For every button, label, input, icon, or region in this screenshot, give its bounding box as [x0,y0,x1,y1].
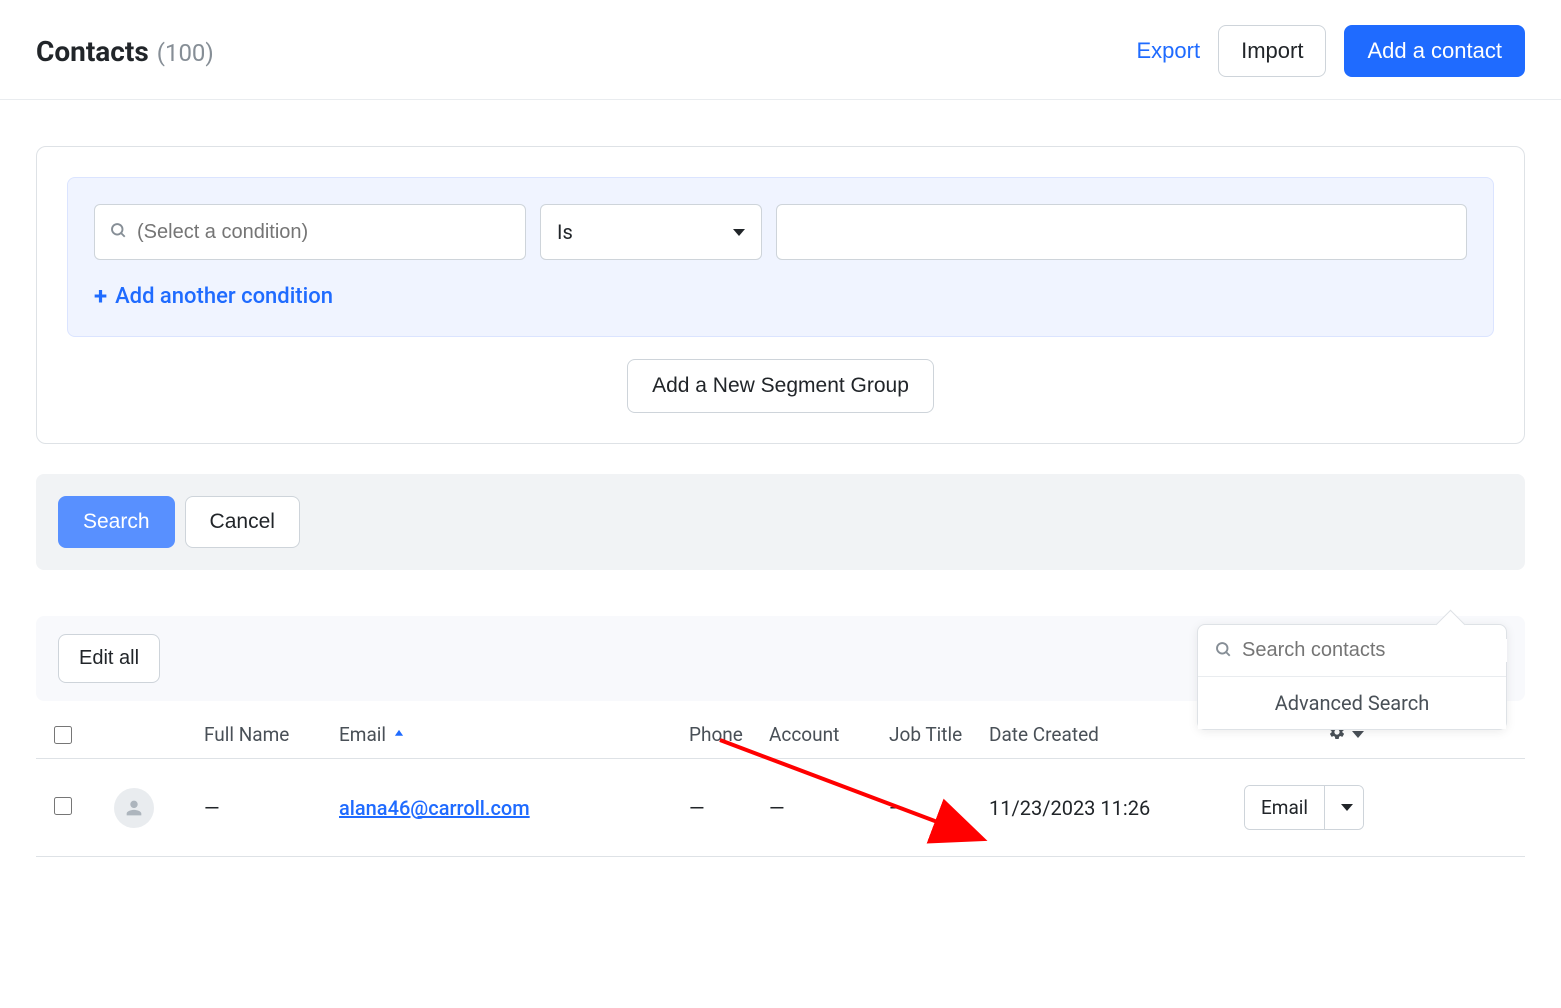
avatar [114,788,154,828]
condition-field-input[interactable] [137,221,511,244]
caret-down-icon[interactable] [1352,731,1364,738]
table-row: — alana46@carroll.com — — — 11/23/2023 1… [36,759,1525,857]
add-contact-button[interactable]: Add a contact [1344,25,1525,77]
cell-email[interactable]: alana46@carroll.com [339,796,530,820]
caret-down-icon [733,229,745,236]
condition-operator-select[interactable]: Is [540,204,762,260]
segment-panel: Is + Add another condition Add a New Seg… [36,146,1525,444]
cell-full-name: — [204,796,339,820]
col-phone[interactable]: Phone [689,723,769,746]
search-popover: Advanced Search [1197,624,1507,730]
search-icon [1214,640,1232,662]
condition-value-input[interactable] [776,204,1467,260]
search-contacts-input[interactable] [1242,639,1507,662]
col-account[interactable]: Account [769,723,889,746]
page-header: Contacts (100) Export Import Add a conta… [0,0,1561,100]
import-button[interactable]: Import [1218,25,1326,77]
cell-job-title: — [889,796,989,820]
col-email-label: Email [339,723,386,746]
row-action-split-button: Email [1244,785,1364,830]
select-all-checkbox[interactable] [54,726,72,744]
edit-all-button[interactable]: Edit all [58,634,160,683]
search-button[interactable]: Search [58,496,175,548]
row-checkbox[interactable] [54,797,72,815]
page-title: Contacts [36,35,149,68]
cell-date-created: 11/23/2023 11:26 [989,796,1244,820]
sort-asc-icon [392,723,406,746]
col-full-name[interactable]: Full Name [204,723,339,746]
page-count: (100) [157,39,214,67]
segment-group: Is + Add another condition [67,177,1494,337]
col-job-title[interactable]: Job Title [889,723,989,746]
condition-field-select[interactable] [94,204,526,260]
list-toolbar: Edit all Advanced Search [36,616,1525,701]
search-icon [109,221,127,243]
advanced-search-button[interactable]: Advanced Search [1198,676,1506,729]
cell-phone: — [689,796,769,820]
plus-icon: + [94,282,107,310]
add-condition-button[interactable]: + Add another condition [94,282,1467,310]
contacts-table: Full Name Email Phone Account Job Title … [36,711,1525,857]
search-action-bar: Search Cancel [36,474,1525,570]
export-button[interactable]: Export [1137,38,1201,64]
row-action-dropdown[interactable] [1325,786,1364,829]
row-email-button[interactable]: Email [1245,786,1325,829]
condition-operator-value: Is [557,220,573,244]
cell-account: — [769,796,889,820]
cancel-button[interactable]: Cancel [185,496,300,548]
caret-down-icon [1341,804,1353,811]
col-email[interactable]: Email [339,723,689,746]
add-segment-group-button[interactable]: Add a New Segment Group [627,359,934,413]
add-condition-label: Add another condition [115,284,333,309]
